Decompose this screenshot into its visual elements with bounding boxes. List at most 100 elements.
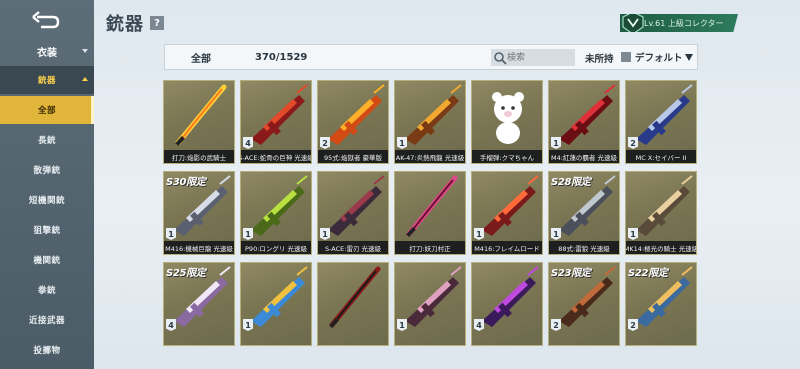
weapon-card[interactable]: 1 (394, 262, 466, 346)
weapon-card[interactable]: S28限定 1 88式:雷狼 光速級 (548, 171, 620, 255)
weapon-card[interactable]: 4 S-ACE:蛇骨の巨神 光速級 (240, 80, 312, 164)
weapon-name: AK-47:炎熱飛龍 光速級 (395, 150, 465, 163)
page-title: 銃器 (106, 14, 144, 35)
weapon-name: 88式:雷狼 光速級 (549, 241, 619, 254)
chevron-up-icon (82, 75, 88, 85)
weapon-card[interactable]: S22限定 2 (625, 262, 697, 346)
weapon-name: 手榴弾:クマちゃん (472, 150, 542, 163)
upgrade-level-badge: 2 (628, 319, 638, 331)
sidebar-item-label: 拳銃 (37, 286, 56, 296)
sidebar-nav: 銃器 全部 長銃 散弾銃 短機関銃 狙撃銃 機関銃 拳銃 近接武器 投擲物 (0, 66, 94, 366)
chevron-down-icon (684, 53, 693, 61)
weapon-card[interactable]: 1 (240, 262, 312, 346)
sidebar-item-rifle[interactable]: 長銃 (0, 126, 94, 154)
weapon-card[interactable]: 1 MK14:極光の騎士 光速級 (625, 171, 697, 255)
upgrade-level-badge: 4 (474, 319, 484, 331)
weapon-name: P90:ロングリ 光速級 (241, 241, 311, 254)
upgrade-level-badge: 1 (551, 228, 561, 240)
upgrade-level-badge: 1 (243, 228, 253, 240)
upgrade-level-badge: 2 (551, 319, 561, 331)
sidebar-item-label: 短機関銃 (28, 196, 65, 206)
weapon-name: 打刀:焔影の武騎士 (164, 150, 234, 163)
sidebar-item-smg[interactable]: 短機関銃 (0, 186, 94, 214)
search-box[interactable] (491, 49, 575, 66)
weapon-card[interactable]: 1 AK-47:炎熱飛龍 光速級 (394, 80, 466, 164)
weapon-name: S-ACE:蛇骨の巨神 光速級 (241, 150, 311, 163)
sidebar-item-shotgun[interactable]: 散弾銃 (0, 156, 94, 184)
collector-badge[interactable]: Lv.61 上級コレクター (620, 14, 738, 32)
sidebar-item-label: 狙撃銃 (33, 226, 61, 236)
weapon-card[interactable]: 1 S-ACE:雷刃 光速級 (317, 171, 389, 255)
weapon-card[interactable]: 2 MC X:セイバー II (625, 80, 697, 164)
back-arrow-icon (32, 11, 60, 29)
upgrade-level-badge: 1 (397, 137, 407, 149)
weapon-card[interactable]: 2 95式:焔獄者 豪華版 (317, 80, 389, 164)
weapon-art-icon (492, 92, 524, 144)
category-dropdown[interactable]: 衣装 (0, 40, 94, 62)
upgrade-level-badge: 2 (320, 137, 330, 149)
weapon-art-icon (175, 84, 227, 147)
sort-label: デフォルト (635, 53, 683, 64)
sidebar-item-throwable[interactable]: 投擲物 (0, 336, 94, 364)
sidebar-item-label: 長銃 (37, 136, 56, 146)
sidebar-item-sniper[interactable]: 狙撃銃 (0, 216, 94, 244)
back-button[interactable] (24, 6, 68, 36)
upgrade-level-badge: 1 (551, 137, 561, 149)
sidebar-item-all[interactable]: 全部 (0, 96, 94, 124)
sidebar-item-pistol[interactable]: 拳銃 (0, 276, 94, 304)
season-limited-badge: S23限定 (551, 268, 591, 279)
weapon-name: 打刀:妖刀村正 (395, 241, 465, 254)
upgrade-level-badge: 4 (243, 137, 253, 149)
weapon-name: S-ACE:雷刃 光速級 (318, 241, 388, 254)
sort-dropdown[interactable]: デフォルト (635, 50, 693, 64)
help-icon[interactable]: ? (150, 16, 164, 30)
weapon-art-icon (329, 266, 381, 329)
search-input[interactable] (507, 50, 571, 65)
sidebar-item-melee[interactable]: 近接武器 (0, 306, 94, 334)
weapon-card[interactable]: 1 M416:フレイムロード (471, 171, 543, 255)
search-icon (494, 51, 507, 65)
unowned-checkbox[interactable] (621, 52, 631, 62)
collection-count: 370/1529 (255, 51, 308, 63)
weapon-card[interactable]: 打刀:妖刀村正 (394, 171, 466, 255)
weapon-grid: 打刀:焔影の武騎士 4 S-ACE:蛇骨の巨神 光速級 2 95式:焔獄者 豪華版 … (163, 80, 699, 346)
upgrade-level-badge: 1 (397, 319, 407, 331)
upgrade-level-badge: 1 (474, 228, 484, 240)
sidebar-item-label: 機関銃 (33, 256, 61, 266)
category-label: 衣装 (37, 47, 57, 59)
weapon-card[interactable]: 4 (471, 262, 543, 346)
upgrade-level-badge: 1 (320, 228, 330, 240)
weapon-card[interactable] (317, 262, 389, 346)
filter-all-tab[interactable]: 全部 (165, 50, 237, 65)
unowned-filter-label: 未所持 (585, 54, 614, 65)
weapon-card[interactable]: S25限定 4 (163, 262, 235, 346)
upgrade-level-badge: 1 (628, 228, 638, 240)
weapon-name: M416:フレイムロード (472, 241, 542, 254)
weapon-card[interactable]: 1 M4:紅蓮の覇者 光速級 (548, 80, 620, 164)
upgrade-level-badge: 4 (166, 319, 176, 331)
page-header: 銃器 ? (106, 10, 164, 36)
sidebar-item-label: 全部 (37, 106, 56, 116)
sidebar: 衣装 銃器 全部 長銃 散弾銃 短機関銃 狙撃銃 機関銃 拳銃 近接武器 投擲物 (0, 0, 94, 369)
sidebar-item-label: 散弾銃 (33, 166, 61, 176)
weapon-name: M416:機械巨龍 光速級 (164, 241, 234, 254)
upgrade-level-badge: 2 (628, 137, 638, 149)
weapon-art-icon (406, 175, 458, 238)
collector-level-label: Lv.61 上級コレクター (644, 18, 724, 28)
weapon-card[interactable]: 1 P90:ロングリ 光速級 (240, 171, 312, 255)
sidebar-item-guns[interactable]: 銃器 (0, 66, 94, 94)
sidebar-item-label: 投擲物 (33, 346, 61, 356)
upgrade-level-badge: 1 (243, 319, 253, 331)
sidebar-item-lmg[interactable]: 機関銃 (0, 246, 94, 274)
weapon-card[interactable]: 手榴弾:クマちゃん (471, 80, 543, 164)
filter-bar: 全部 370/1529 未所持 デフォルト (164, 44, 698, 70)
season-limited-badge: S30限定 (166, 177, 206, 188)
sidebar-item-label: 近接武器 (28, 316, 65, 326)
weapon-card[interactable]: 打刀:焔影の武騎士 (163, 80, 235, 164)
weapon-name: MK14:極光の騎士 光速級 (626, 241, 696, 254)
weapon-name: 95式:焔獄者 豪華版 (318, 150, 388, 163)
weapon-card[interactable]: S23限定 2 (548, 262, 620, 346)
weapon-card[interactable]: S30限定 1 M416:機械巨龍 光速級 (163, 171, 235, 255)
upgrade-level-badge: 1 (166, 228, 176, 240)
season-limited-badge: S25限定 (166, 268, 206, 279)
